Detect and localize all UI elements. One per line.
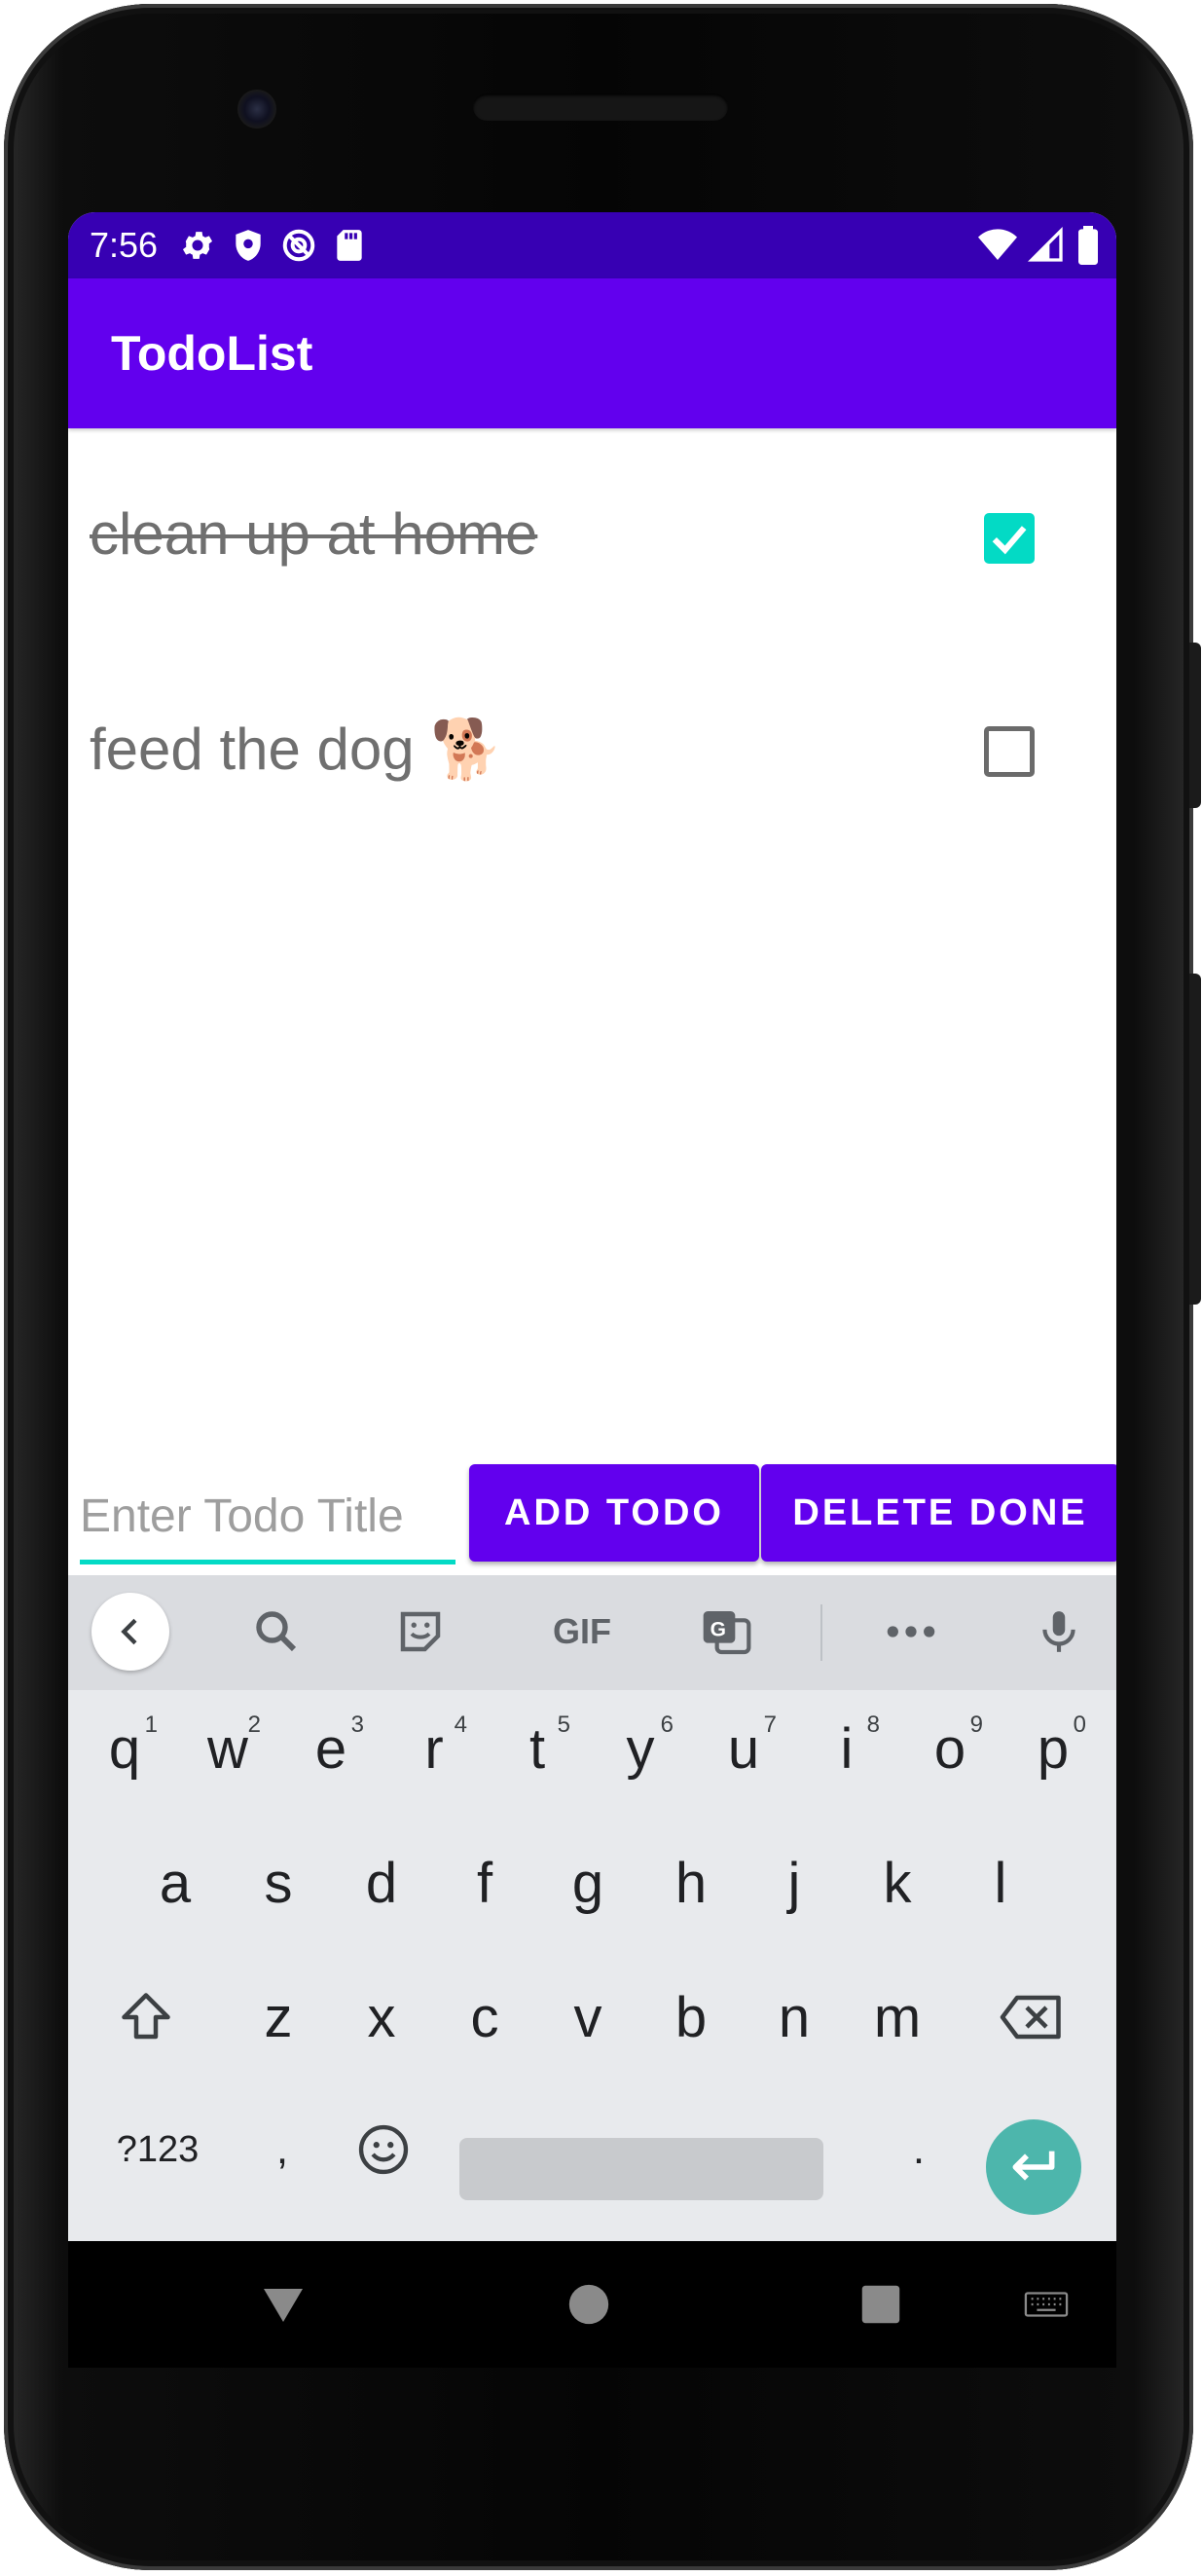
key-e[interactable]: e3 (284, 1690, 378, 1807)
keyboard-toolbar: GIF G (68, 1575, 1116, 1690)
battery-icon (1078, 226, 1098, 265)
key-c[interactable]: c (438, 1959, 531, 2076)
shift-key[interactable] (99, 1959, 193, 2076)
key-v[interactable]: v (541, 1959, 635, 2076)
key-x[interactable]: x (335, 1959, 428, 2076)
soft-keyboard: GIF G q1 w2 e3 r4 t5 y6 u7 i8 o9 p0 a s … (68, 1575, 1116, 2241)
front-camera (237, 90, 276, 129)
key-q[interactable]: q1 (78, 1690, 171, 1807)
todo-item[interactable]: feed the dog 🐕 (68, 674, 1116, 820)
back-icon[interactable] (91, 1593, 169, 1671)
key-z[interactable]: z (232, 1959, 325, 2076)
add-todo-button[interactable]: ADD TODO (469, 1464, 759, 1562)
todo-title-input[interactable] (80, 1472, 455, 1564)
delete-done-button[interactable]: DELETE DONE (761, 1464, 1116, 1562)
key-f[interactable]: f (438, 1824, 531, 1941)
status-right-icons (978, 226, 1101, 265)
power-button (1189, 974, 1201, 1305)
enter-icon (1012, 2151, 1055, 2181)
app-screen: 7:56 TodoList clean up at home feed the … (68, 212, 1116, 2241)
key-h[interactable]: h (644, 1824, 738, 1941)
todo-item[interactable]: clean up at home (68, 460, 1116, 606)
key-b[interactable]: b (644, 1959, 738, 2076)
volume-button (1189, 643, 1201, 808)
at-sign-icon (282, 229, 315, 262)
sticker-icon[interactable] (382, 1593, 459, 1671)
status-time: 7:56 (90, 225, 159, 265)
toolbar-divider (820, 1604, 822, 1661)
key-a[interactable]: a (128, 1824, 222, 1941)
check-icon (992, 526, 1027, 555)
key-t[interactable]: t5 (491, 1690, 584, 1807)
comma-key[interactable]: , (236, 2091, 329, 2208)
key-y[interactable]: y6 (594, 1690, 687, 1807)
key-l[interactable]: l (954, 1824, 1047, 1941)
home-nav-icon[interactable] (555, 2270, 623, 2338)
symbols-key[interactable]: ?123 (97, 2091, 218, 2208)
key-i[interactable]: i8 (800, 1690, 893, 1807)
key-k[interactable]: k (851, 1824, 944, 1941)
translate-icon[interactable]: G (687, 1593, 765, 1671)
recents-nav-icon[interactable] (847, 2270, 915, 2338)
search-icon[interactable] (237, 1593, 315, 1671)
space-key[interactable] (459, 2138, 823, 2200)
key-u[interactable]: u7 (697, 1690, 790, 1807)
back-nav-icon[interactable] (249, 2270, 317, 2338)
key-p[interactable]: p0 (1006, 1690, 1100, 1807)
cell-signal-icon (1027, 226, 1063, 262)
shift-icon (122, 1993, 170, 2040)
key-w[interactable]: w2 (181, 1690, 274, 1807)
todo-title: feed the dog 🐕 (90, 717, 504, 782)
earpiece-speaker (473, 93, 728, 121)
shield-icon (236, 230, 261, 261)
todo-input-row: ADD TODO DELETE DONE (68, 1464, 1116, 1565)
status-bar: 7:56 (68, 212, 1116, 278)
backspace-icon (1000, 1995, 1061, 2040)
sd-card-icon (337, 230, 362, 261)
emoji-key[interactable] (337, 2091, 430, 2208)
key-g[interactable]: g (541, 1824, 635, 1941)
mic-icon[interactable] (1020, 1593, 1098, 1671)
enter-key[interactable] (986, 2119, 1081, 2215)
key-o[interactable]: o9 (903, 1690, 997, 1807)
key-m[interactable]: m (851, 1959, 944, 2076)
gif-icon[interactable]: GIF (531, 1593, 633, 1671)
key-n[interactable]: n (747, 1959, 841, 2076)
todo-title: clean up at home (90, 501, 538, 567)
period-key[interactable]: . (872, 2091, 965, 2208)
keyboard-switch-icon[interactable] (1012, 2280, 1080, 2329)
more-icon[interactable] (872, 1593, 950, 1671)
app-bar: TodoList (68, 278, 1116, 428)
todo-checkbox-checked[interactable] (984, 513, 1035, 564)
gear-icon (183, 232, 213, 259)
key-r[interactable]: r4 (387, 1690, 481, 1807)
wifi-icon (978, 229, 1017, 260)
emoji-icon (358, 2124, 409, 2175)
navigation-bar (68, 2241, 1116, 2368)
key-d[interactable]: d (335, 1824, 428, 1941)
backspace-key[interactable] (985, 1959, 1078, 2076)
todo-checkbox-unchecked[interactable] (984, 726, 1035, 777)
svg-text:G: G (710, 1619, 726, 1641)
key-s[interactable]: s (232, 1824, 325, 1941)
key-j[interactable]: j (747, 1824, 841, 1941)
app-title: TodoList (111, 326, 313, 381)
